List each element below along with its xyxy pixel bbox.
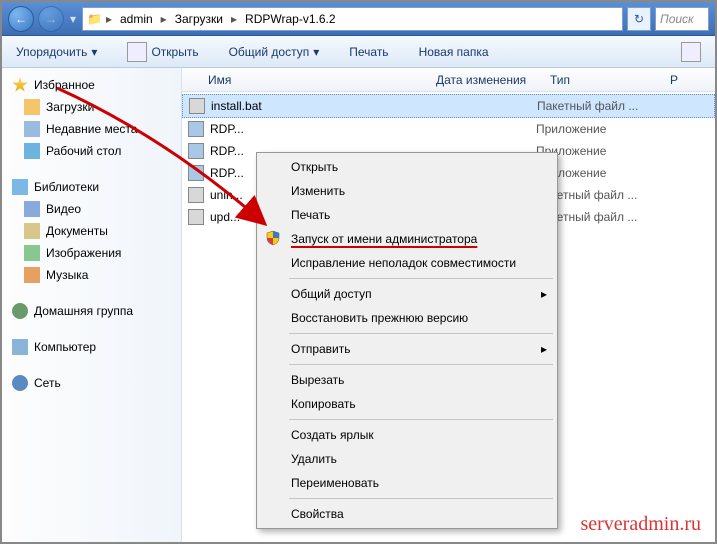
computer-icon — [12, 339, 28, 355]
menu-separator — [289, 498, 553, 499]
view-icon — [681, 42, 701, 62]
refresh-button[interactable]: ↻ — [627, 7, 651, 31]
file-name: RDP... — [210, 122, 244, 136]
menu-separator — [289, 364, 553, 365]
chevron-down-icon: ▾ — [313, 45, 319, 59]
file-name: unin... — [210, 188, 243, 202]
file-icon — [188, 165, 204, 181]
breadcrumb-item[interactable]: Загрузки — [171, 10, 227, 28]
context-menu: ОткрытьИзменитьПечатьЗапуск от имени адм… — [256, 152, 558, 529]
file-name: upd... — [210, 210, 240, 224]
column-name[interactable]: Имя — [208, 73, 436, 87]
crumb-sep: ▸ — [161, 12, 167, 26]
back-button[interactable]: ← — [8, 6, 34, 32]
column-headers: Имя Дата изменения Тип Р — [182, 68, 715, 92]
sidebar-item-desktop[interactable]: Рабочий стол — [6, 140, 177, 162]
file-name: RDP... — [210, 144, 244, 158]
sidebar-network[interactable]: Сеть — [6, 372, 177, 394]
file-row[interactable]: RDP... Приложение — [182, 118, 715, 140]
file-type: Приложение — [536, 122, 656, 136]
chevron-down-icon: ▾ — [91, 45, 97, 59]
new-folder-button[interactable]: Новая папка — [413, 42, 495, 62]
sidebar-item-recent[interactable]: Недавние места — [6, 118, 177, 140]
sidebar-homegroup[interactable]: Домашняя группа — [6, 300, 177, 322]
file-name: RDP... — [210, 166, 244, 180]
toolbar: Упорядочить ▾ Открыть Общий доступ ▾ Печ… — [2, 36, 715, 68]
context-menu-item[interactable]: Переименовать — [259, 471, 555, 495]
context-menu-item[interactable]: Отправить▸ — [259, 337, 555, 361]
music-icon — [24, 267, 40, 283]
star-icon — [12, 77, 28, 93]
file-icon — [189, 98, 205, 114]
recent-icon — [24, 121, 40, 137]
video-icon — [24, 201, 40, 217]
file-icon — [188, 187, 204, 203]
picture-icon — [24, 245, 40, 261]
organize-button[interactable]: Упорядочить ▾ — [10, 42, 103, 62]
crumb-sep: ▸ — [106, 12, 112, 26]
file-icon — [188, 209, 204, 225]
sidebar-item-documents[interactable]: Документы — [6, 220, 177, 242]
menu-separator — [289, 419, 553, 420]
sidebar-item-pictures[interactable]: Изображения — [6, 242, 177, 264]
network-icon — [12, 375, 28, 391]
context-menu-item[interactable]: Вырезать — [259, 368, 555, 392]
file-row[interactable]: install.bat Пакетный файл ... — [182, 94, 715, 118]
forward-button[interactable]: → — [38, 6, 64, 32]
open-icon — [127, 42, 147, 62]
file-icon — [188, 121, 204, 137]
sidebar-item-downloads[interactable]: Загрузки — [6, 96, 177, 118]
breadcrumb-item[interactable]: admin — [116, 10, 157, 28]
submenu-arrow-icon: ▸ — [541, 342, 547, 356]
file-icon — [188, 143, 204, 159]
context-menu-item[interactable]: Восстановить прежнюю версию — [259, 306, 555, 330]
sidebar-computer[interactable]: Компьютер — [6, 336, 177, 358]
context-menu-item[interactable]: Копировать — [259, 392, 555, 416]
submenu-arrow-icon: ▸ — [541, 287, 547, 301]
open-button[interactable]: Открыть — [121, 39, 204, 65]
context-menu-item[interactable]: Удалить — [259, 447, 555, 471]
sidebar-item-music[interactable]: Музыка — [6, 264, 177, 286]
context-menu-item[interactable]: Изменить — [259, 179, 555, 203]
navigation-bar: ← → ▾ 📁 ▸ admin ▸ Загрузки ▸ RDPWrap-v1.… — [2, 2, 715, 36]
sidebar-favorites[interactable]: Избранное — [6, 74, 177, 96]
crumb-sep: ▸ — [231, 12, 237, 26]
context-menu-item[interactable]: Создать ярлык — [259, 423, 555, 447]
print-button[interactable]: Печать — [343, 42, 394, 62]
file-name: install.bat — [211, 99, 262, 113]
context-menu-item[interactable]: Свойства — [259, 502, 555, 526]
menu-separator — [289, 278, 553, 279]
context-menu-item[interactable]: Печать — [259, 203, 555, 227]
column-size[interactable]: Р — [670, 73, 678, 87]
view-options-button[interactable] — [675, 39, 707, 65]
search-input[interactable]: Поиск — [655, 7, 709, 31]
context-menu-item[interactable]: Общий доступ▸ — [259, 282, 555, 306]
breadcrumb-item[interactable]: RDPWrap-v1.6.2 — [241, 10, 339, 28]
nav-dropdown[interactable]: ▾ — [68, 12, 78, 26]
homegroup-icon — [12, 303, 28, 319]
document-icon — [24, 223, 40, 239]
context-menu-item[interactable]: Запуск от имени администратора — [259, 227, 555, 251]
share-button[interactable]: Общий доступ ▾ — [223, 42, 326, 62]
sidebar-libraries[interactable]: Библиотеки — [6, 176, 177, 198]
address-bar[interactable]: 📁 ▸ admin ▸ Загрузки ▸ RDPWrap-v1.6.2 — [82, 7, 623, 31]
folder-icon: 📁 — [87, 12, 102, 26]
file-type: Пакетный файл ... — [537, 99, 657, 113]
column-date[interactable]: Дата изменения — [436, 73, 550, 87]
sidebar: Избранное Загрузки Недавние места Рабочи… — [2, 68, 182, 542]
sidebar-item-videos[interactable]: Видео — [6, 198, 177, 220]
shield-icon — [265, 230, 281, 246]
column-type[interactable]: Тип — [550, 73, 670, 87]
context-menu-item[interactable]: Исправление неполадок совместимости — [259, 251, 555, 275]
menu-separator — [289, 333, 553, 334]
library-icon — [12, 179, 28, 195]
folder-icon — [24, 99, 40, 115]
desktop-icon — [24, 143, 40, 159]
context-menu-item[interactable]: Открыть — [259, 155, 555, 179]
